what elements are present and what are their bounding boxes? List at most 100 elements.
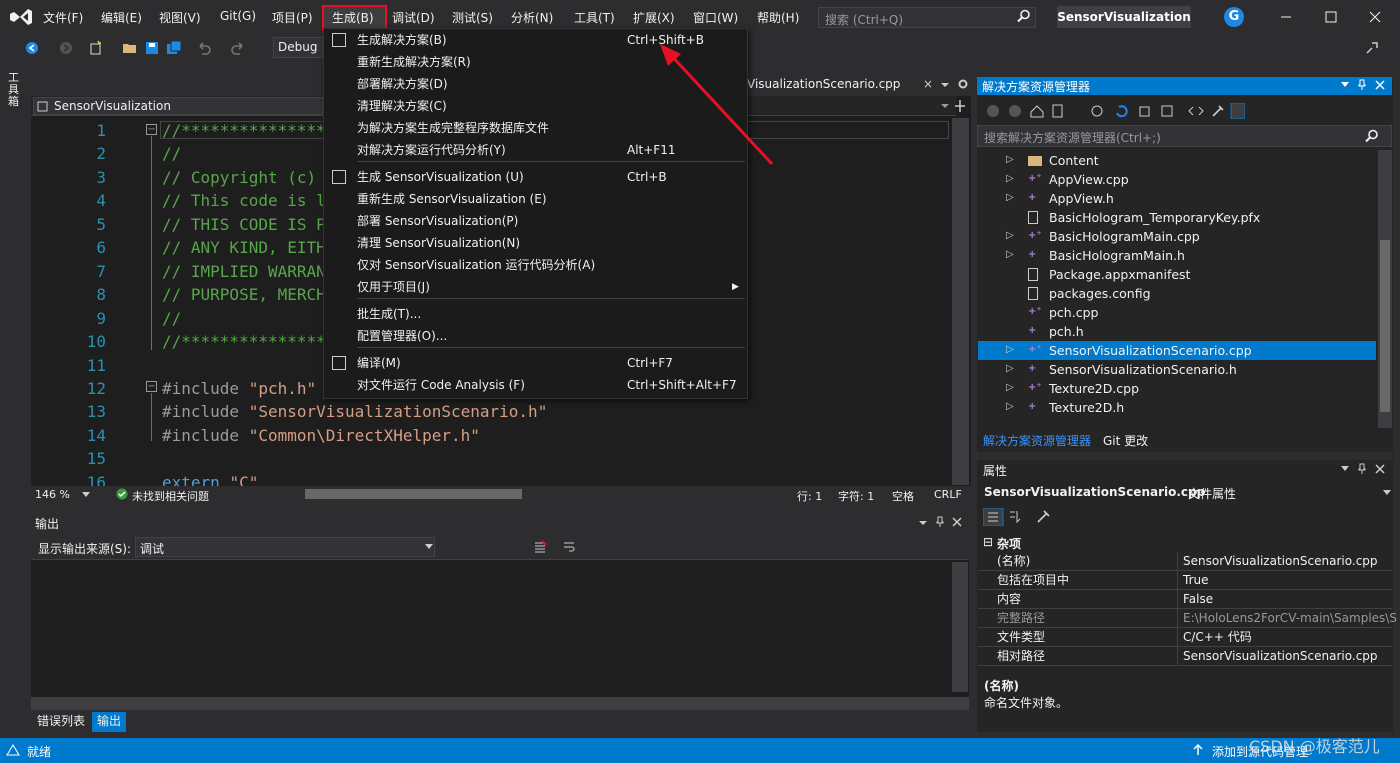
build-menu-item[interactable]: 重新生成 SensorVisualization (E) bbox=[324, 188, 747, 210]
toolbox-tab[interactable]: 工具箱 bbox=[8, 72, 22, 108]
search-input[interactable]: 搜索 (Ctrl+Q) bbox=[818, 7, 1036, 28]
account-avatar[interactable]: G bbox=[1224, 7, 1244, 27]
properties-category-toggle[interactable]: ⊟ bbox=[983, 535, 993, 549]
build-menu-item[interactable]: 仅用于项目(J) ▶ bbox=[324, 276, 747, 298]
output-text-area[interactable] bbox=[31, 559, 969, 697]
tree-item[interactable]: +⁺ pch.cpp bbox=[978, 303, 1376, 322]
live-share-icon[interactable] bbox=[1364, 40, 1380, 56]
menu-item-7[interactable]: 测试(S) bbox=[452, 9, 493, 26]
pin-icon[interactable] bbox=[935, 516, 945, 528]
property-row[interactable]: 包括在项目中 True bbox=[978, 571, 1392, 590]
panel-options-icon[interactable] bbox=[918, 519, 928, 527]
tab-overflow-icon[interactable] bbox=[940, 80, 950, 90]
project-scope-select[interactable]: SensorVisualization bbox=[33, 97, 323, 115]
pin-icon[interactable] bbox=[1357, 463, 1367, 475]
clear-all-icon[interactable] bbox=[533, 540, 547, 554]
output-source-select[interactable]: 调试 bbox=[135, 537, 435, 557]
expand-arrow-icon[interactable]: ▷ bbox=[1006, 193, 1016, 203]
open-folder-icon[interactable] bbox=[122, 40, 138, 56]
tree-item[interactable]: + pch.h bbox=[978, 322, 1376, 341]
menu-item-12[interactable]: 帮助(H) bbox=[757, 9, 799, 26]
expand-arrow-icon[interactable]: ▷ bbox=[1006, 402, 1016, 412]
menu-item-6[interactable]: 调试(D) bbox=[392, 9, 435, 26]
panel-options-icon[interactable] bbox=[1341, 82, 1349, 88]
panel-options-icon[interactable] bbox=[1341, 466, 1349, 472]
search-icon[interactable] bbox=[1017, 9, 1031, 23]
redo-icon[interactable] bbox=[230, 40, 246, 56]
code-line[interactable]: #include "SensorVisualizationScenario.h" bbox=[162, 400, 547, 423]
close-panel-icon[interactable] bbox=[1375, 464, 1385, 474]
output-horizontal-scrollbar[interactable] bbox=[31, 697, 969, 710]
menu-item-4[interactable]: 项目(P) bbox=[272, 9, 313, 26]
tab-solution-explorer[interactable]: 解决方案资源管理器 bbox=[983, 432, 1091, 449]
new-project-icon[interactable] bbox=[88, 40, 104, 56]
save-icon[interactable] bbox=[144, 40, 160, 56]
undo-icon[interactable] bbox=[196, 40, 212, 56]
settings-gear-icon[interactable] bbox=[957, 78, 969, 90]
menu-item-9[interactable]: 工具(T) bbox=[574, 9, 615, 26]
property-value[interactable]: SensorVisualizationScenario.cpp bbox=[1183, 552, 1378, 571]
property-row[interactable]: 相对路径 SensorVisualizationScenario.cpp bbox=[978, 647, 1392, 666]
tree-scroll-thumb[interactable] bbox=[1380, 240, 1390, 412]
fold-toggle-icon[interactable]: − bbox=[146, 124, 157, 135]
close-panel-icon[interactable] bbox=[1375, 80, 1385, 90]
property-row[interactable]: 文件类型 C/C++ 代码 bbox=[978, 628, 1392, 647]
build-menu-item[interactable]: 批生成(T)... bbox=[324, 303, 747, 325]
close-window-icon[interactable] bbox=[1365, 8, 1385, 26]
tree-item[interactable]: ▷ Content bbox=[978, 151, 1376, 170]
output-scrollbar[interactable] bbox=[952, 562, 968, 692]
tree-item[interactable]: ▷ + SensorVisualizationScenario.h bbox=[978, 360, 1376, 379]
expand-arrow-icon[interactable]: ▷ bbox=[1006, 250, 1016, 260]
split-editor-icon[interactable] bbox=[953, 98, 967, 114]
tree-item[interactable]: ▷ + BasicHologramMain.h bbox=[978, 246, 1376, 265]
forward-icon[interactable] bbox=[58, 40, 74, 56]
expand-arrow-icon[interactable]: ▷ bbox=[1006, 345, 1016, 355]
configuration-select[interactable]: Debug bbox=[273, 37, 323, 58]
property-value[interactable]: C/C++ 代码 bbox=[1183, 628, 1252, 647]
property-row[interactable]: 完整路径 E:\HoloLens2ForCV-main\Samples\S bbox=[978, 609, 1397, 628]
menu-item-0[interactable]: 文件(F) bbox=[43, 9, 83, 26]
build-menu-item[interactable]: 清理 SensorVisualization(N) bbox=[324, 232, 747, 254]
minimize-icon[interactable] bbox=[1276, 8, 1296, 26]
menu-item-5[interactable]: 生成(B) bbox=[332, 9, 374, 26]
tree-item[interactable]: ▷ + AppView.h bbox=[978, 189, 1376, 208]
zoom-level[interactable]: 146 % bbox=[35, 488, 70, 501]
properties-toolbar-icons[interactable] bbox=[983, 508, 1053, 526]
tree-item[interactable]: ▷ +⁺ AppView.cpp bbox=[978, 170, 1376, 189]
tab-git-changes[interactable]: Git 更改 bbox=[1103, 432, 1148, 449]
tab-error-list[interactable]: 错误列表 bbox=[32, 712, 90, 732]
editor-vertical-scrollbar[interactable] bbox=[952, 118, 969, 485]
solution-toolbar-icons[interactable] bbox=[985, 103, 1245, 119]
expand-arrow-icon[interactable]: ▷ bbox=[1006, 383, 1016, 393]
expand-arrow-icon[interactable]: ▷ bbox=[1006, 364, 1016, 374]
tab-close-icon[interactable]: × bbox=[923, 77, 933, 91]
menu-item-3[interactable]: Git(G) bbox=[220, 9, 256, 23]
fold-toggle-icon[interactable]: − bbox=[146, 381, 157, 392]
property-row[interactable]: (名称) SensorVisualizationScenario.cpp bbox=[978, 552, 1392, 571]
back-icon[interactable] bbox=[24, 40, 40, 56]
build-menu-item[interactable]: 部署 SensorVisualization(P) bbox=[324, 210, 747, 232]
menu-item-2[interactable]: 视图(V) bbox=[159, 9, 201, 26]
build-menu-item[interactable]: 配置管理器(O)... bbox=[324, 325, 747, 347]
solution-search-input[interactable]: 搜索解决方案资源管理器(Ctrl+;) bbox=[977, 125, 1392, 147]
save-all-icon[interactable] bbox=[166, 40, 182, 56]
chevron-down-icon[interactable] bbox=[425, 544, 433, 550]
zoom-dropdown-icon[interactable] bbox=[82, 492, 90, 498]
code-line[interactable]: #include "Common\DirectXHelper.h" bbox=[162, 424, 547, 447]
word-wrap-icon[interactable] bbox=[562, 540, 576, 554]
search-icon[interactable] bbox=[1365, 129, 1379, 143]
build-menu-item[interactable]: 编译(M) Ctrl+F7 bbox=[324, 352, 747, 374]
expand-arrow-icon[interactable]: ▷ bbox=[1006, 174, 1016, 184]
code-line[interactable] bbox=[162, 447, 547, 470]
menu-item-1[interactable]: 编辑(E) bbox=[101, 9, 142, 26]
expand-arrow-icon[interactable]: ▷ bbox=[1006, 231, 1016, 241]
expand-arrow-icon[interactable]: ▷ bbox=[1006, 155, 1016, 165]
horizontal-scroll-thumb[interactable] bbox=[305, 489, 522, 499]
property-row[interactable]: 内容 False bbox=[978, 590, 1392, 609]
tree-item[interactable]: ▷ +⁺ Texture2D.cpp bbox=[978, 379, 1376, 398]
tree-item[interactable]: ▷ + Texture2D.h bbox=[978, 398, 1376, 417]
close-panel-icon[interactable] bbox=[952, 517, 962, 527]
maximize-icon[interactable] bbox=[1321, 8, 1341, 26]
issues-status[interactable]: 未找到相关问题 bbox=[132, 488, 209, 504]
chevron-down-icon[interactable] bbox=[1383, 490, 1391, 496]
